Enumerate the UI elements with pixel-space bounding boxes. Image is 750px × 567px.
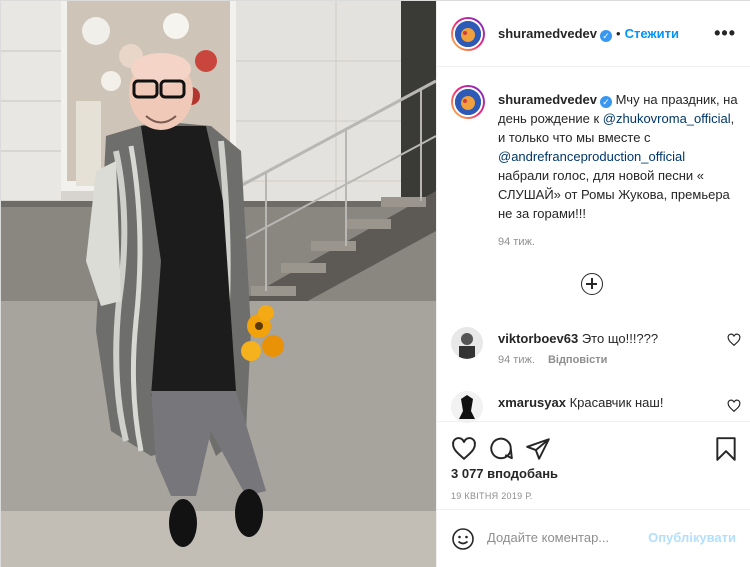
- more-options-icon[interactable]: •••: [714, 23, 736, 44]
- verified-badge-icon: ✓: [600, 96, 612, 108]
- avatar-image: [451, 327, 483, 359]
- comment-text: xmarusyax Красавчик наш!: [498, 395, 663, 410]
- post-image: [1, 1, 436, 567]
- comment-timestamp[interactable]: 94 тиж.: [498, 354, 535, 366]
- like-comment-heart-icon[interactable]: [727, 333, 741, 347]
- commenter-avatar[interactable]: [451, 327, 483, 359]
- avatar-image: [455, 21, 481, 47]
- avatar-image: [455, 89, 481, 115]
- avatar-image: [451, 391, 483, 423]
- post-date[interactable]: 19 КВІТНЯ 2019 Р.: [451, 491, 533, 501]
- emoji-icon[interactable]: [451, 527, 475, 551]
- load-more-comments-icon[interactable]: [581, 273, 603, 295]
- verified-badge-icon: ✓: [600, 30, 612, 42]
- author-avatar[interactable]: [451, 17, 485, 51]
- comment-icon[interactable]: [488, 436, 514, 462]
- add-comment-bar: Опублікувати: [437, 509, 750, 567]
- like-comment-heart-icon[interactable]: [727, 399, 741, 413]
- post-header: shuramedvedev ✓ • Стежити •••: [437, 1, 750, 67]
- reply-button[interactable]: Відповісти: [548, 354, 607, 366]
- share-icon[interactable]: [525, 436, 551, 462]
- caption-text: shuramedvedev ✓ Мчу на праздник, на день …: [498, 90, 738, 223]
- caption-username[interactable]: shuramedvedev: [498, 92, 597, 107]
- caption-text-part: набрали голос, для новой песни « СЛУШАЙ»…: [498, 168, 730, 221]
- likes-count[interactable]: 3 077 вподобань: [451, 466, 558, 481]
- comment-text: viktorboev63 Это що!!!???: [498, 331, 658, 346]
- bookmark-icon[interactable]: [713, 436, 739, 462]
- caption-timestamp[interactable]: 94 тиж.: [498, 236, 535, 248]
- post-photo[interactable]: [1, 1, 436, 567]
- add-comment-input[interactable]: [487, 530, 647, 545]
- header-line: shuramedvedev ✓ • Стежити: [498, 26, 679, 42]
- mention-link[interactable]: @andrefranceproduction_official: [498, 149, 685, 164]
- commenter-username[interactable]: viktorboev63: [498, 331, 578, 346]
- comment-meta: 94 тиж. Відповісти: [498, 354, 607, 366]
- separator-dot: •: [616, 26, 621, 41]
- comment-body: Красавчик наш!: [569, 395, 664, 410]
- commenter-avatar[interactable]: [451, 391, 483, 423]
- commenter-username[interactable]: xmarusyax: [498, 395, 566, 410]
- mention-link[interactable]: @zhukovroma_official: [603, 111, 731, 126]
- follow-button[interactable]: Стежити: [625, 26, 679, 41]
- instagram-post-modal: shuramedvedev ✓ • Стежити ••• shuramedvedev…: [0, 0, 750, 567]
- heart-icon[interactable]: [451, 436, 477, 462]
- post-details-panel: shuramedvedev ✓ • Стежити ••• shuramedvedev…: [436, 1, 750, 567]
- comment-body: Это що!!!???: [581, 331, 659, 346]
- publish-button[interactable]: Опублікувати: [648, 530, 736, 545]
- author-username[interactable]: shuramedvedev: [498, 26, 597, 41]
- caption-avatar[interactable]: [451, 85, 485, 119]
